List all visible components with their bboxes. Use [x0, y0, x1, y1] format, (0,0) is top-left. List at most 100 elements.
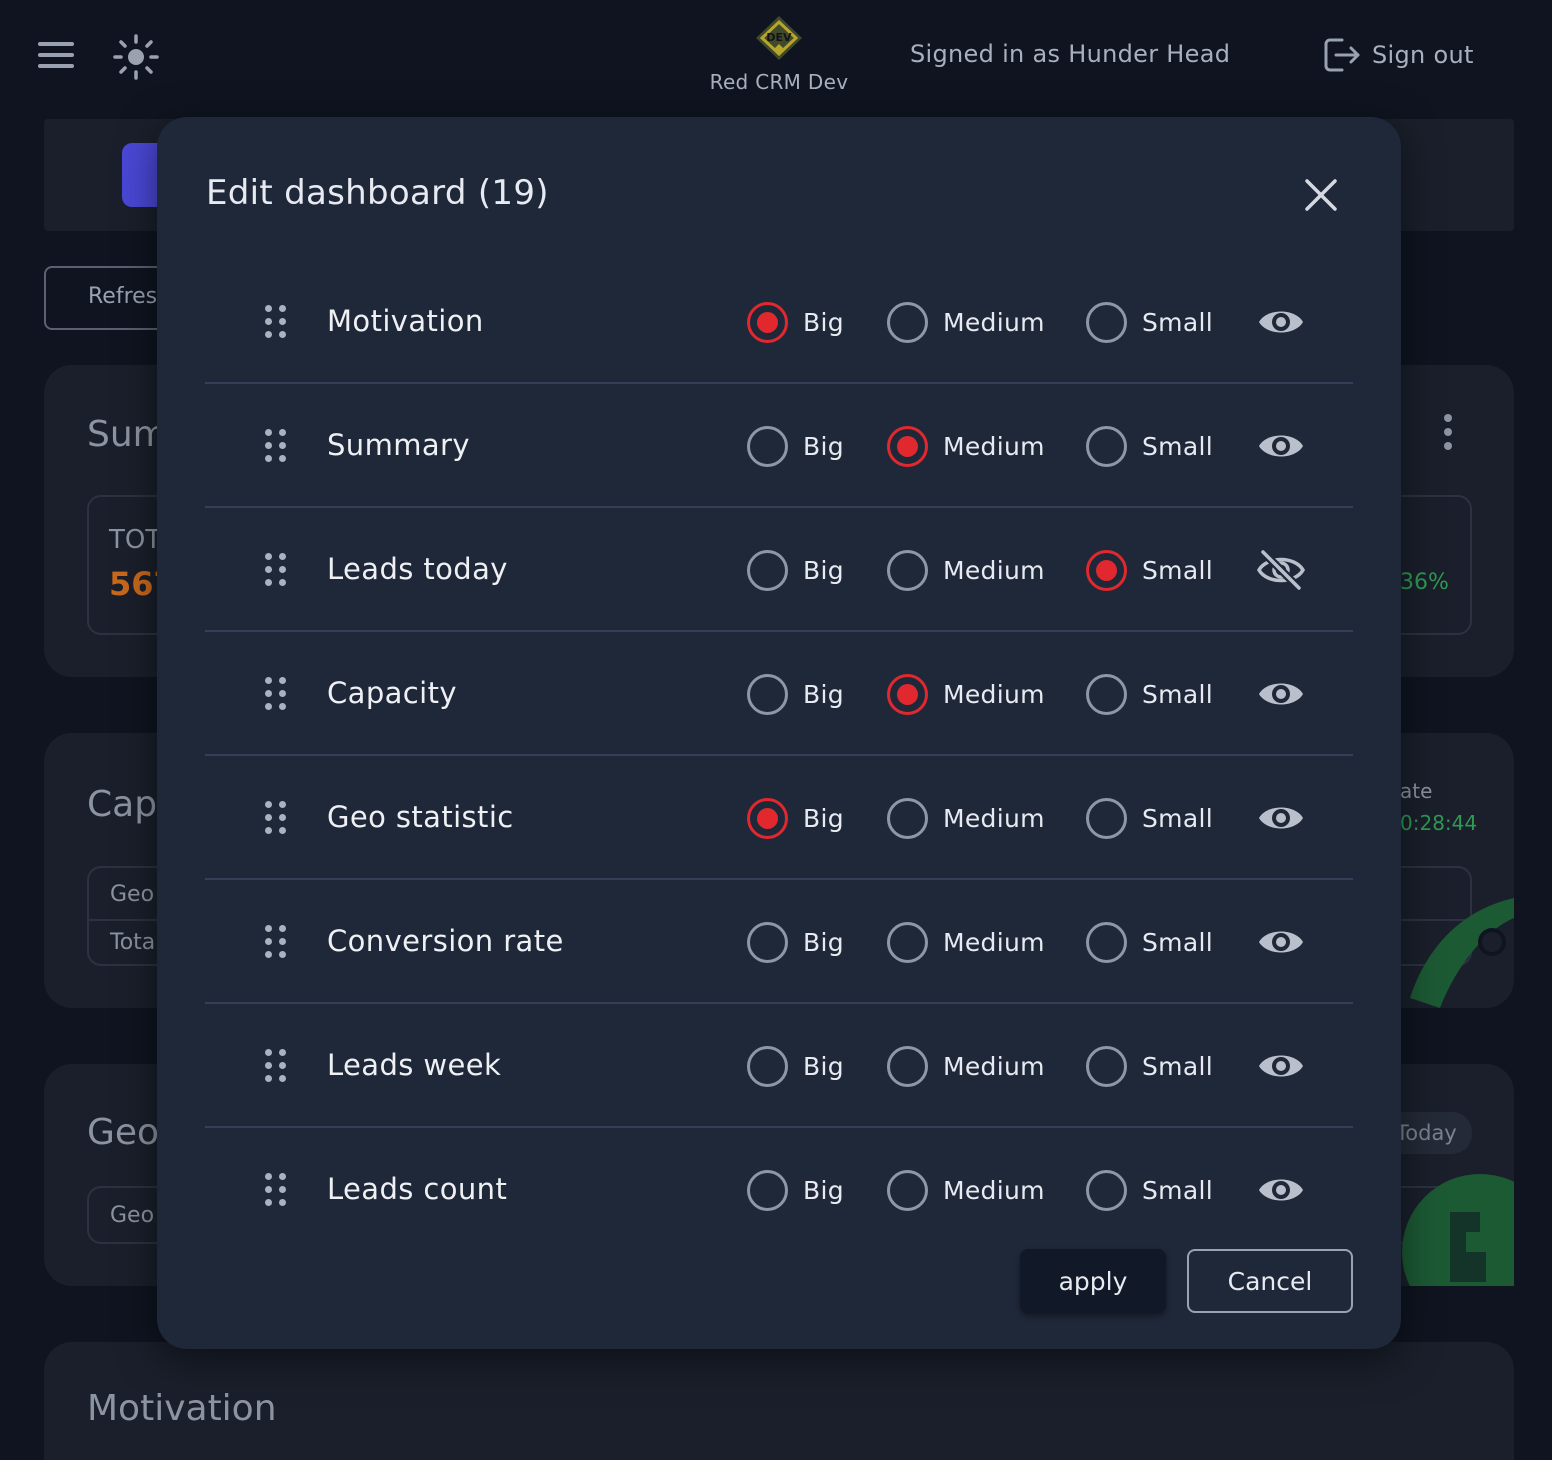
eye-icon[interactable]: [1257, 920, 1305, 964]
size-radio-big[interactable]: Big: [747, 548, 844, 592]
size-radio-small[interactable]: Small: [1086, 300, 1213, 344]
widget-row: Capacity Big Medium Small: [205, 632, 1353, 756]
radio-label: Big: [803, 1175, 844, 1205]
radio-label: Small: [1142, 927, 1213, 957]
eye-off-icon[interactable]: [1256, 548, 1306, 592]
size-radio-big[interactable]: Big: [747, 1044, 844, 1088]
radio-label: Medium: [943, 307, 1045, 337]
sign-out-button[interactable]: Sign out: [1320, 34, 1474, 76]
size-radio-medium[interactable]: Medium: [887, 796, 1045, 840]
radio-circle: [1086, 301, 1127, 343]
radio-circle: [747, 1045, 788, 1087]
radio-circle: [747, 1169, 788, 1211]
rate-time: 0:28:44: [1400, 811, 1478, 835]
more-options-icon[interactable]: [1442, 414, 1454, 450]
widget-row: Motivation Big Medium Small: [205, 260, 1353, 384]
brand-name: Red CRM Dev: [709, 70, 849, 94]
brand-logo-text: DEV: [766, 31, 792, 44]
radio-circle: [747, 425, 788, 467]
eye-icon[interactable]: [1257, 672, 1305, 716]
total-label: TOT: [109, 525, 162, 555]
widget-list: Motivation Big Medium Small Summary Big Medium…: [205, 260, 1353, 1252]
capacity-total-label: Tota: [110, 930, 156, 955]
radio-circle: [1086, 1045, 1127, 1087]
radio-label: Medium: [943, 1051, 1045, 1081]
drag-handle-icon[interactable]: [265, 1049, 289, 1085]
signed-in-text: Signed in as Hunder Head: [910, 40, 1231, 68]
widget-label: Leads week: [327, 1048, 502, 1082]
geo-card-title: Geo: [87, 1112, 160, 1153]
radio-label: Big: [803, 307, 844, 337]
widget-label: Geo statistic: [327, 800, 514, 834]
rocket-illustration-icon: [1410, 898, 1514, 1008]
size-radio-big[interactable]: Big: [747, 300, 844, 344]
widget-row: Leads today Big Medium Small: [205, 508, 1353, 632]
capacity-card-title: Cap: [87, 784, 158, 825]
radio-label: Small: [1142, 1175, 1213, 1205]
radio-circle: [1086, 673, 1127, 715]
widget-row: Summary Big Medium Small: [205, 384, 1353, 508]
radio-label: Big: [803, 555, 844, 585]
summary-percent: 36%: [1400, 570, 1449, 595]
widget-label: Summary: [327, 428, 470, 462]
size-radio-big[interactable]: Big: [747, 920, 844, 964]
radio-label: Big: [803, 803, 844, 833]
brand[interactable]: DEV Red CRM Dev: [679, 14, 879, 94]
cancel-button[interactable]: Cancel: [1187, 1249, 1353, 1313]
radio-label: Medium: [943, 555, 1045, 585]
size-radio-big[interactable]: Big: [747, 796, 844, 840]
size-radio-medium[interactable]: Medium: [887, 1168, 1045, 1212]
drag-handle-icon[interactable]: [265, 1173, 289, 1209]
size-radio-big[interactable]: Big: [747, 424, 844, 468]
size-radio-medium[interactable]: Medium: [887, 300, 1045, 344]
drag-handle-icon[interactable]: [265, 925, 289, 961]
size-radio-medium[interactable]: Medium: [887, 424, 1045, 468]
widget-row: Leads week Big Medium Small: [205, 1004, 1353, 1128]
radio-circle: [747, 921, 788, 963]
hamburger-menu-icon[interactable]: [36, 38, 76, 74]
eye-icon[interactable]: [1257, 300, 1305, 344]
size-radio-medium[interactable]: Medium: [887, 1044, 1045, 1088]
size-radio-small[interactable]: Small: [1086, 796, 1213, 840]
size-radio-big[interactable]: Big: [747, 1168, 844, 1212]
radio-circle: [1086, 797, 1127, 839]
widget-label: Capacity: [327, 676, 457, 710]
size-radio-small[interactable]: Small: [1086, 424, 1213, 468]
size-radio-small[interactable]: Small: [1086, 1168, 1213, 1212]
radio-circle: [747, 549, 788, 591]
sun-icon[interactable]: [112, 33, 160, 81]
drag-handle-icon[interactable]: [265, 801, 289, 837]
size-radio-small[interactable]: Small: [1086, 548, 1213, 592]
close-icon[interactable]: [1303, 177, 1339, 213]
apply-button[interactable]: apply: [1020, 1249, 1166, 1313]
size-radio-medium[interactable]: Medium: [887, 672, 1045, 716]
size-radio-small[interactable]: Small: [1086, 1044, 1213, 1088]
size-radio-big[interactable]: Big: [747, 672, 844, 716]
radio-circle: [747, 797, 788, 839]
radio-circle: [1086, 425, 1127, 467]
eye-icon[interactable]: [1257, 1168, 1305, 1212]
radio-circle: [887, 1045, 928, 1087]
radio-circle: [1086, 549, 1127, 591]
widget-row: Conversion rate Big Medium Small: [205, 880, 1353, 1004]
size-radio-small[interactable]: Small: [1086, 920, 1213, 964]
widget-label: Leads count: [327, 1172, 508, 1206]
radio-circle: [887, 425, 928, 467]
radio-circle: [747, 301, 788, 343]
radio-label: Medium: [943, 1175, 1045, 1205]
size-radio-medium[interactable]: Medium: [887, 548, 1045, 592]
drag-handle-icon[interactable]: [265, 305, 289, 341]
eye-icon[interactable]: [1257, 1044, 1305, 1088]
radio-label: Medium: [943, 679, 1045, 709]
eye-icon[interactable]: [1257, 796, 1305, 840]
size-radio-medium[interactable]: Medium: [887, 920, 1045, 964]
sign-out-label: Sign out: [1372, 41, 1474, 69]
widget-label: Motivation: [327, 304, 484, 338]
drag-handle-icon[interactable]: [265, 677, 289, 713]
radio-label: Small: [1142, 307, 1213, 337]
eye-icon[interactable]: [1257, 424, 1305, 468]
drag-handle-icon[interactable]: [265, 429, 289, 465]
drag-handle-icon[interactable]: [265, 553, 289, 589]
rate-label: ate: [1400, 779, 1433, 803]
size-radio-small[interactable]: Small: [1086, 672, 1213, 716]
